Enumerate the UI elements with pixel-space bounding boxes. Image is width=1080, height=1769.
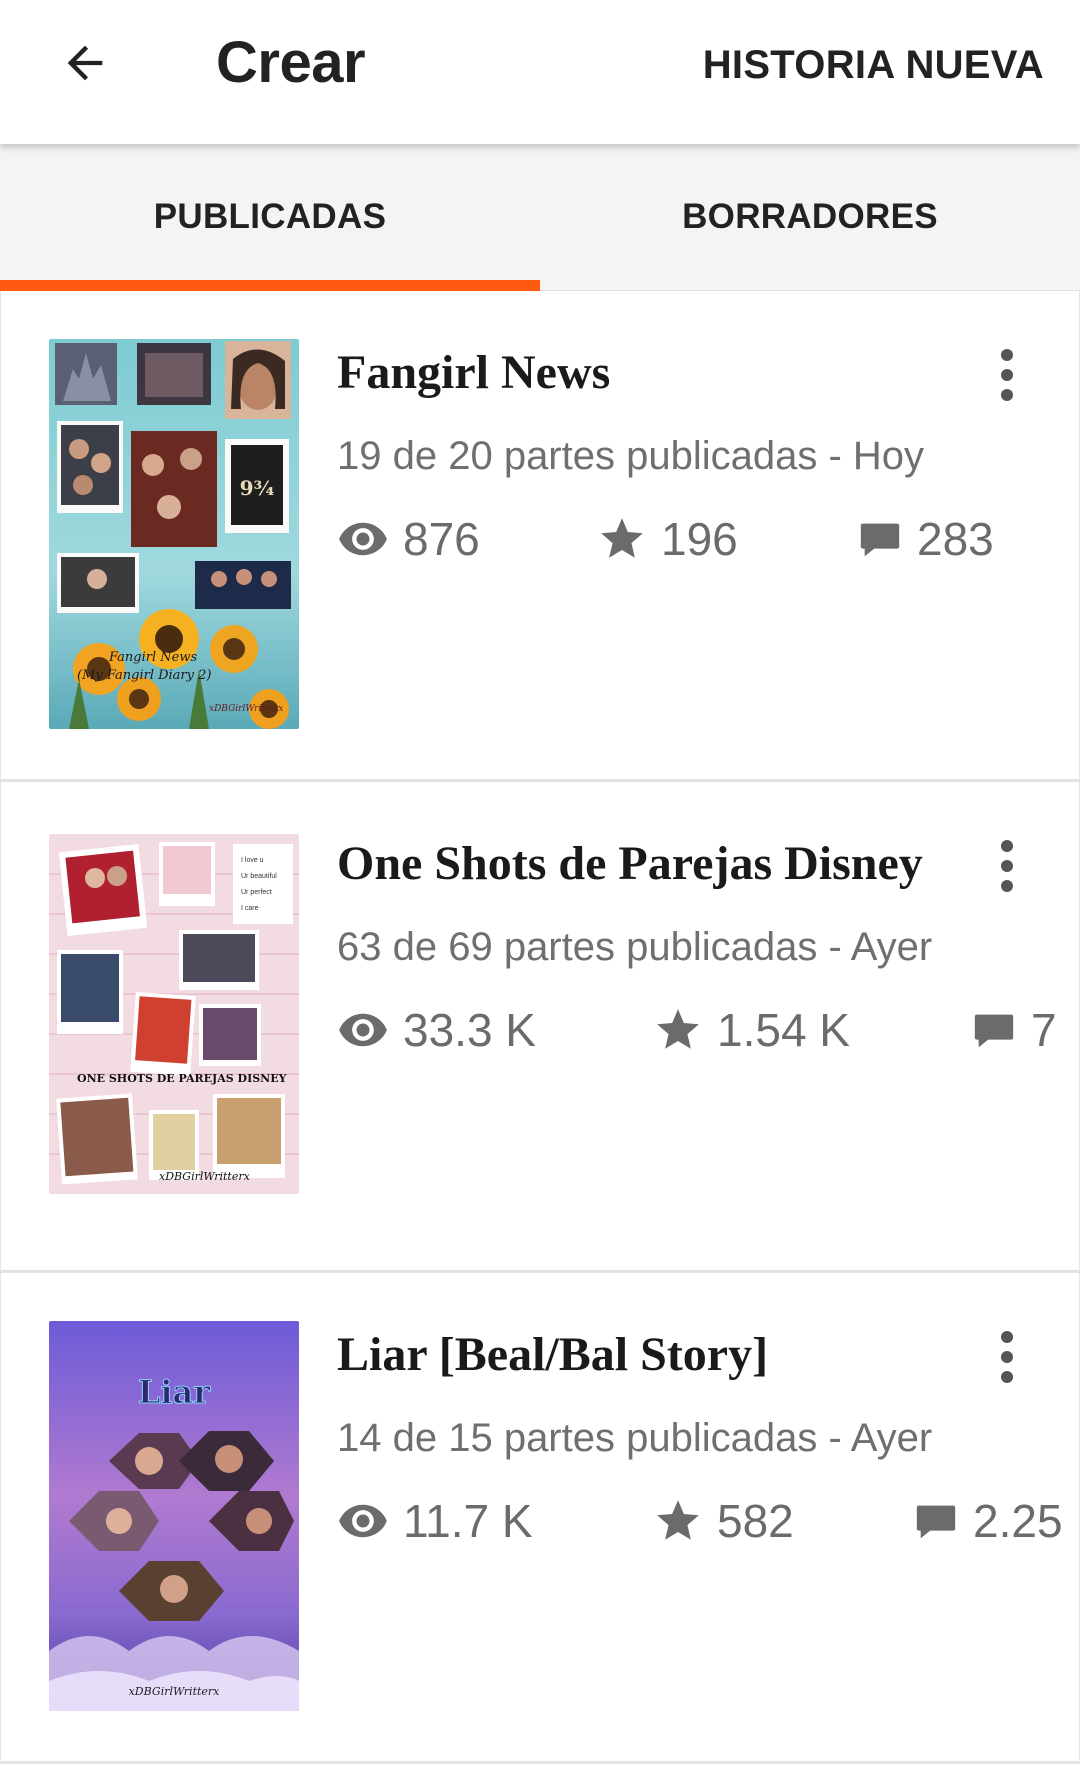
tab-borradores[interactable]: BORRADORES <box>540 144 1080 290</box>
story-list: 9¾ Fangirl News (My Fangirl Diary 2) xDB… <box>0 291 1080 1764</box>
more-vertical-icon <box>1001 836 1013 896</box>
more-vertical-icon <box>1001 1327 1013 1387</box>
comments-count: 7 <box>971 1000 1057 1060</box>
comment-icon <box>857 516 903 562</box>
svg-text:xDBGirlWritterx: xDBGirlWritterx <box>159 1170 251 1183</box>
star-icon <box>653 1496 703 1546</box>
svg-text:Ur beautiful: Ur beautiful <box>241 873 277 880</box>
tab-indicator <box>0 280 540 291</box>
comment-icon <box>971 1007 1017 1053</box>
svg-text:xDBGirlWritterx: xDBGirlWritterx <box>129 1685 221 1698</box>
new-story-button[interactable]: HISTORIA NUEVA <box>703 40 1044 90</box>
reads-count: 11.7 K <box>337 1491 533 1551</box>
votes-value: 1.54 K <box>717 1004 850 1056</box>
reads-count: 876 <box>337 509 480 569</box>
comments-value: 7 <box>1031 1004 1057 1056</box>
votes-count: 196 <box>597 509 738 569</box>
svg-text:9¾: 9¾ <box>240 476 275 500</box>
story-cover[interactable]: Liar xDBGirlWritterx <box>49 1321 299 1711</box>
votes-value: 196 <box>661 513 738 565</box>
comments-value: 283 <box>917 513 994 565</box>
star-icon <box>597 514 647 564</box>
svg-text:Fangirl News: Fangirl News <box>108 650 197 665</box>
tab-publicadas[interactable]: PUBLICADAS <box>0 144 540 290</box>
svg-text:I love u: I love u <box>241 857 264 864</box>
eye-icon <box>337 1495 389 1547</box>
more-options-button[interactable] <box>987 1317 1027 1397</box>
svg-text:xDBGirlWritterx: xDBGirlWritterx <box>209 704 283 714</box>
story-item[interactable]: 9¾ Fangirl News (My Fangirl Diary 2) xDB… <box>0 291 1080 782</box>
reads-value: 33.3 K <box>403 1004 536 1056</box>
more-options-button[interactable] <box>987 335 1027 415</box>
svg-text:I care: I care <box>241 905 259 912</box>
eye-icon <box>337 1004 389 1056</box>
story-parts-status: 63 de 69 partes publicadas - Ayer <box>337 925 933 969</box>
eye-icon <box>337 513 389 565</box>
comments-value: 2.25 <box>973 1495 1063 1547</box>
svg-text:ONE SHOTS DE PAREJAS DISNEY: ONE SHOTS DE PAREJAS DISNEY <box>77 1072 287 1085</box>
story-parts-status: 19 de 20 partes publicadas - Hoy <box>337 434 925 478</box>
star-icon <box>653 1005 703 1055</box>
comment-icon <box>913 1498 959 1544</box>
story-item[interactable]: Liar xDBGirlWritterx Liar [Beal/Bal Stor… <box>0 1273 1080 1764</box>
comments-count: 283 <box>857 509 994 569</box>
reads-value: 876 <box>403 513 480 565</box>
svg-text:(My Fangirl Diary 2): (My Fangirl Diary 2) <box>77 668 211 683</box>
more-vertical-icon <box>1001 345 1013 405</box>
reads-count: 33.3 K <box>337 1000 536 1060</box>
votes-count: 582 <box>653 1491 794 1551</box>
story-title[interactable]: Fangirl News <box>337 343 610 403</box>
more-options-button[interactable] <box>987 826 1027 906</box>
story-item[interactable]: I love u Ur beautiful Ur perfect I care … <box>0 782 1080 1273</box>
votes-value: 582 <box>717 1495 794 1547</box>
story-title[interactable]: One Shots de Parejas Disney <box>337 834 923 894</box>
votes-count: 1.54 K <box>653 1000 850 1060</box>
page-title: Crear <box>216 30 366 95</box>
app-bar: Crear HISTORIA NUEVA <box>0 0 1080 144</box>
story-parts-status: 14 de 15 partes publicadas - Ayer <box>337 1416 933 1460</box>
story-title[interactable]: Liar [Beal/Bal Story] <box>337 1325 768 1385</box>
story-cover[interactable]: 9¾ Fangirl News (My Fangirl Diary 2) xDB… <box>49 339 299 729</box>
story-cover[interactable]: I love u Ur beautiful Ur perfect I care … <box>49 834 299 1194</box>
comments-count: 2.25 <box>913 1491 1063 1551</box>
reads-value: 11.7 K <box>403 1495 533 1547</box>
svg-text:Ur perfect: Ur perfect <box>241 889 272 896</box>
tab-bar: PUBLICADAS BORRADORES <box>0 144 1080 291</box>
arrow-left-icon <box>67 45 103 81</box>
svg-text:Liar: Liar <box>138 1373 211 1411</box>
back-button[interactable] <box>50 30 120 96</box>
